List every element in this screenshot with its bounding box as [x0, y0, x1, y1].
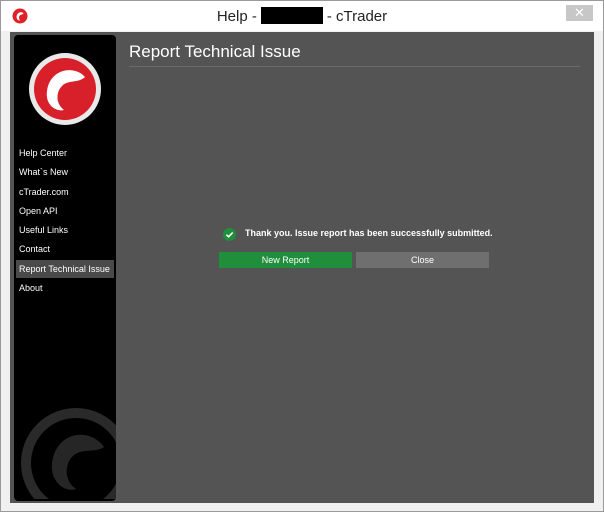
close-icon: ✕	[574, 5, 585, 20]
title-divider	[129, 66, 580, 67]
window-close-button[interactable]: ✕	[566, 5, 593, 21]
new-report-button[interactable]: New Report	[219, 252, 352, 268]
sidebar-item-report-technical-issue[interactable]: Report Technical Issue	[16, 259, 114, 278]
sidebar: Help Center What`s New cTrader.com Open …	[14, 35, 116, 501]
ctrader-logo	[29, 53, 101, 125]
sidebar-item-useful-links[interactable]: Useful Links	[14, 221, 116, 239]
help-window: Help - - cTrader ✕ Help Center What`s New…	[0, 0, 604, 512]
sidebar-item-about[interactable]: About	[14, 279, 116, 297]
ctrader-watermark-icon	[21, 408, 116, 499]
help-content-panel: Help Center What`s New cTrader.com Open …	[10, 32, 594, 503]
window-title-suffix: - cTrader	[326, 8, 388, 25]
sidebar-item-help-center[interactable]: Help Center	[14, 144, 116, 162]
sidebar-item-ctrader-com[interactable]: cTrader.com	[14, 183, 116, 201]
check-circle-icon	[223, 228, 236, 241]
window-title: Help - - cTrader	[1, 7, 603, 25]
page-title: Report Technical Issue	[129, 42, 301, 61]
title-bar: Help - - cTrader ✕	[1, 1, 603, 31]
window-title-prefix: Help -	[216, 8, 257, 25]
sidebar-item-whats-new[interactable]: What`s New	[14, 163, 116, 181]
redacted-block	[260, 7, 323, 24]
sidebar-item-contact[interactable]: Contact	[14, 240, 116, 258]
close-button[interactable]: Close	[356, 252, 489, 268]
sidebar-nav: Help Center What`s New cTrader.com Open …	[14, 144, 116, 298]
status-text: Thank you. Issue report has been success…	[245, 228, 493, 238]
sidebar-item-open-api[interactable]: Open API	[14, 202, 116, 220]
